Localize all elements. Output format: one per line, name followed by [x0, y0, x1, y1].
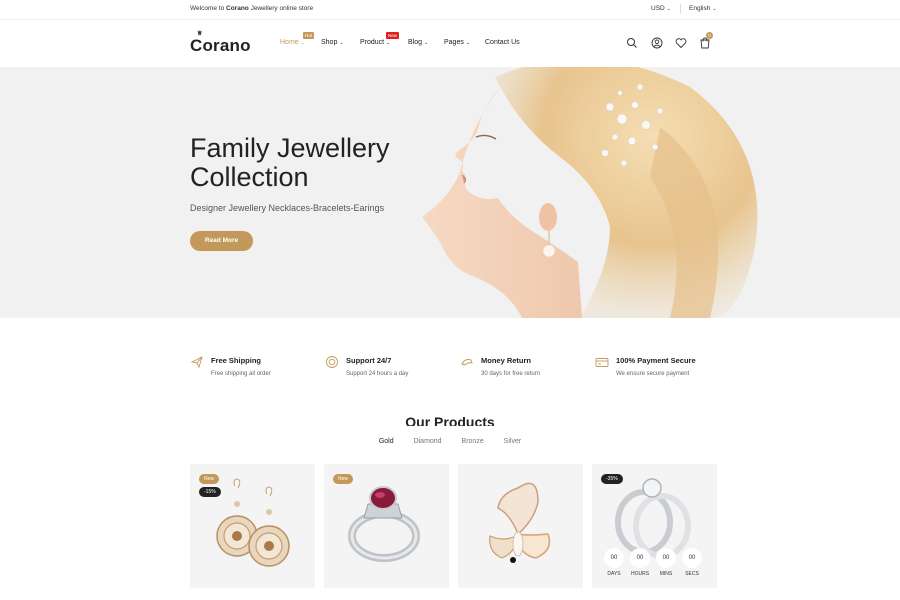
service-title: Money Return — [481, 356, 532, 365]
service-desc: 30 days for free return — [481, 371, 541, 377]
nav-shop[interactable]: Shop ⌄ — [321, 39, 344, 46]
service-desc: Free shipping all order — [211, 371, 271, 377]
product-card[interactable] — [458, 464, 583, 588]
support-icon — [326, 356, 338, 368]
search-icon[interactable] — [626, 37, 638, 49]
chevron-down-icon: ⌄ — [300, 40, 305, 46]
products-section-title: Our Products — [405, 414, 495, 426]
divider — [680, 4, 681, 14]
cart-count-badge: 0 — [706, 32, 713, 39]
hero-subtitle: Designer Jewellery Necklaces-Bracelets-E… — [190, 203, 385, 213]
site-logo[interactable]: ♕ Corano — [190, 31, 251, 56]
language-selector[interactable]: English ⌄ — [689, 5, 717, 12]
hero-title: Family Jewellery Collection — [190, 133, 390, 192]
wishlist-icon[interactable] — [675, 37, 687, 49]
product-card[interactable]: New -15% — [190, 464, 315, 588]
nav-blog[interactable]: Blog ⌄ — [408, 39, 428, 46]
nav-pages[interactable]: Pages ⌄ — [444, 39, 470, 46]
hot-badge: Hot — [303, 32, 315, 39]
nav-home[interactable]: Home ⌄ Hot — [280, 32, 315, 46]
plane-icon — [190, 356, 203, 369]
discount-tag: -15% — [199, 487, 221, 497]
service-title: Support 24/7 — [346, 356, 392, 365]
credit-card-icon — [595, 358, 609, 367]
tab-gold[interactable]: Gold — [379, 438, 394, 445]
countdown-secs: 00 SECS — [682, 548, 702, 577]
hero-banner: Family Jewellery Collection Designer Jew… — [0, 67, 900, 318]
countdown-hours: 00 HOURS — [630, 548, 650, 577]
new-tag: New — [199, 474, 220, 484]
new-badge: New — [386, 32, 400, 39]
discount-tag: -35% — [601, 474, 623, 484]
chevron-down-icon: ⌄ — [424, 40, 429, 46]
service-title: 100% Payment Secure — [616, 356, 696, 365]
product-card[interactable]: -35% 00 DAYS 00 HOURS 00 MINS 00 SECS — [592, 464, 717, 588]
read-more-button[interactable]: Read More — [190, 231, 253, 251]
countdown-mins: 00 MINS — [656, 548, 676, 577]
chevron-down-icon: ⌄ — [386, 40, 391, 46]
countdown-days: 00 DAYS — [604, 548, 624, 577]
tab-bronze[interactable]: Bronze — [462, 438, 484, 445]
welcome-text: Welcome to Corano Jewellery online store — [190, 5, 314, 12]
service-desc: We ensure secure payment — [616, 371, 690, 377]
nav-contact-us[interactable]: Contact Us — [485, 39, 520, 46]
new-tag: New — [333, 474, 354, 484]
top-bar: Welcome to Corano Jewellery online store… — [0, 0, 900, 20]
product-card[interactable]: New — [324, 464, 449, 588]
service-title: Free Shipping — [211, 356, 262, 365]
service-desc: Support 24 hours a day — [346, 371, 409, 377]
countdown-timer: 00 DAYS 00 HOURS 00 MINS 00 SECS — [604, 548, 704, 584]
money-return-icon — [461, 359, 473, 366]
hero-model-image — [422, 67, 758, 318]
account-icon[interactable] — [651, 37, 663, 49]
chevron-down-icon: ⌄ — [339, 40, 344, 46]
chevron-down-icon: ⌄ — [465, 40, 471, 46]
main-header: ♕ Corano Home ⌄ Hot Shop ⌄ Product ⌄ New Bl… — [0, 20, 900, 67]
chevron-down-icon: ⌄ — [666, 6, 671, 12]
nav-product[interactable]: Product ⌄ New — [360, 32, 400, 46]
product-tabs: Gold Diamond Bronze Silver — [0, 438, 900, 445]
currency-selector[interactable]: USD ⌄ — [651, 5, 671, 12]
crown-icon: ♕ — [197, 31, 203, 37]
chevron-down-icon: ⌄ — [712, 6, 717, 12]
butterfly-brooch-image — [489, 482, 551, 563]
tab-silver[interactable]: Silver — [504, 438, 522, 445]
tab-diamond[interactable]: Diamond — [414, 438, 442, 445]
